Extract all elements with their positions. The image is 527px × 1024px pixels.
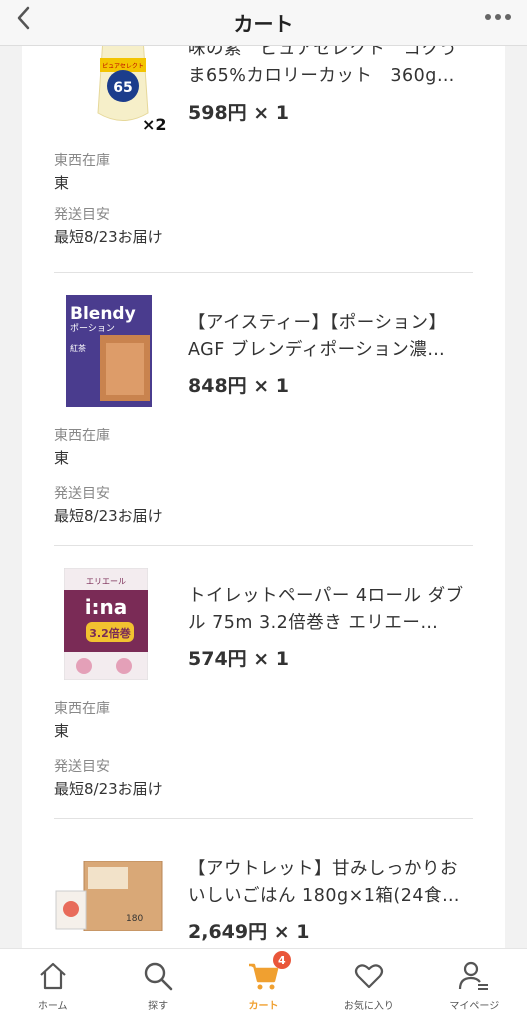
back-button[interactable] (14, 4, 32, 41)
product-thumbnail: 180 (55, 861, 163, 931)
product-name[interactable]: 味の素 ピュアセレクト コクうま65%カロリーカット 360g… (188, 46, 473, 90)
tab-home[interactable]: ホーム (0, 949, 105, 1024)
stock-value: 東 (54, 174, 70, 192)
tab-search[interactable]: 探す (105, 949, 210, 1024)
tab-label: ホーム (37, 1001, 68, 1012)
shipping-value: 最短8/23お届け (54, 228, 163, 246)
thumb-logo: i:na (85, 595, 128, 619)
thumb-text: 65 (113, 80, 132, 96)
product-price: 848円 × 1 (188, 375, 290, 397)
thumb-brand: Blendy (70, 304, 136, 324)
shipping-label: 発送目安 (54, 207, 110, 223)
stock-label: 東西在庫 (54, 153, 110, 169)
product-price: 574円 × 1 (188, 648, 290, 670)
thumb-tag: 紅茶 (70, 343, 86, 353)
stock-value: 東 (54, 449, 70, 467)
tab-label: お気に入り (343, 1001, 394, 1012)
stock-label: 東西在庫 (54, 428, 110, 444)
thumb-code: 180 (126, 914, 143, 924)
shipping-label: 発送目安 (54, 759, 110, 775)
product-name[interactable]: トイレットペーパー 4ロール ダブル 75m 3.2倍巻き エリエー… (188, 583, 473, 637)
more-dots-icon[interactable] (485, 14, 511, 20)
thumb-sub: ポーション (70, 323, 115, 334)
tab-label: マイページ (449, 1001, 500, 1012)
cart-item[interactable]: 180 【アウトレット】甘みしっかりおいしいごはん 180g×1箱(24食… 2… (54, 819, 473, 948)
page-title: カート (233, 12, 294, 36)
cart-item[interactable]: エリエール i:na 3.2倍巻 トイレットペーパー 4ロール ダブル 75m … (54, 546, 473, 818)
stock-value: 東 (54, 722, 70, 740)
product-thumbnail: Blendy ポーション 紅茶 (66, 295, 152, 407)
cart-item[interactable]: 65 ピュアセレクト ×2 味の素 ピュアセレクト コクうま65%カロリーカット… (54, 46, 473, 270)
product-thumbnail: エリエール i:na 3.2倍巻 (64, 568, 148, 680)
product-name[interactable]: 【アウトレット】甘みしっかりおいしいごはん 180g×1箱(24食… (188, 856, 473, 910)
cart-item[interactable]: Blendy ポーション 紅茶 【アイスティー】【ポーション】AGF ブレンディ… (54, 273, 473, 545)
heart-icon (354, 964, 384, 989)
tab-mypage[interactable]: マイページ (422, 949, 527, 1024)
tab-label: 探す (148, 1001, 169, 1012)
thumb-sub: 3.2倍巻 (89, 626, 131, 640)
thumb-sub: ピュアセレクト (102, 63, 144, 70)
product-price: 598円 × 1 (188, 102, 290, 124)
cart-count-badge: 4 (272, 951, 291, 969)
quantity-badge: ×2 (142, 115, 167, 134)
tab-cart[interactable]: 4 カート (211, 949, 316, 1024)
product-name[interactable]: 【アイスティー】【ポーション】AGF ブレンディポーション濃… (188, 310, 473, 364)
tab-favorites[interactable]: お気に入り (316, 949, 421, 1024)
bottom-tab-bar: ホーム 探す 4 カート お気に入り マイページ (0, 948, 527, 1024)
cart-list: 65 ピュアセレクト ×2 味の素 ピュアセレクト コクうま65%カロリーカット… (22, 46, 505, 948)
chevron-left-icon (17, 6, 30, 30)
tab-label: カート (248, 1001, 279, 1012)
search-icon (144, 962, 173, 991)
product-price: 2,649円 × 1 (188, 921, 310, 943)
user-icon (459, 961, 489, 990)
thumb-brand: エリエール (86, 577, 126, 586)
home-icon (39, 962, 66, 990)
app-header: カート (0, 0, 527, 46)
shipping-value: 最短8/23お届け (54, 780, 163, 798)
stock-label: 東西在庫 (54, 701, 110, 717)
shipping-label: 発送目安 (54, 486, 110, 502)
shipping-value: 最短8/23お届け (54, 507, 163, 525)
